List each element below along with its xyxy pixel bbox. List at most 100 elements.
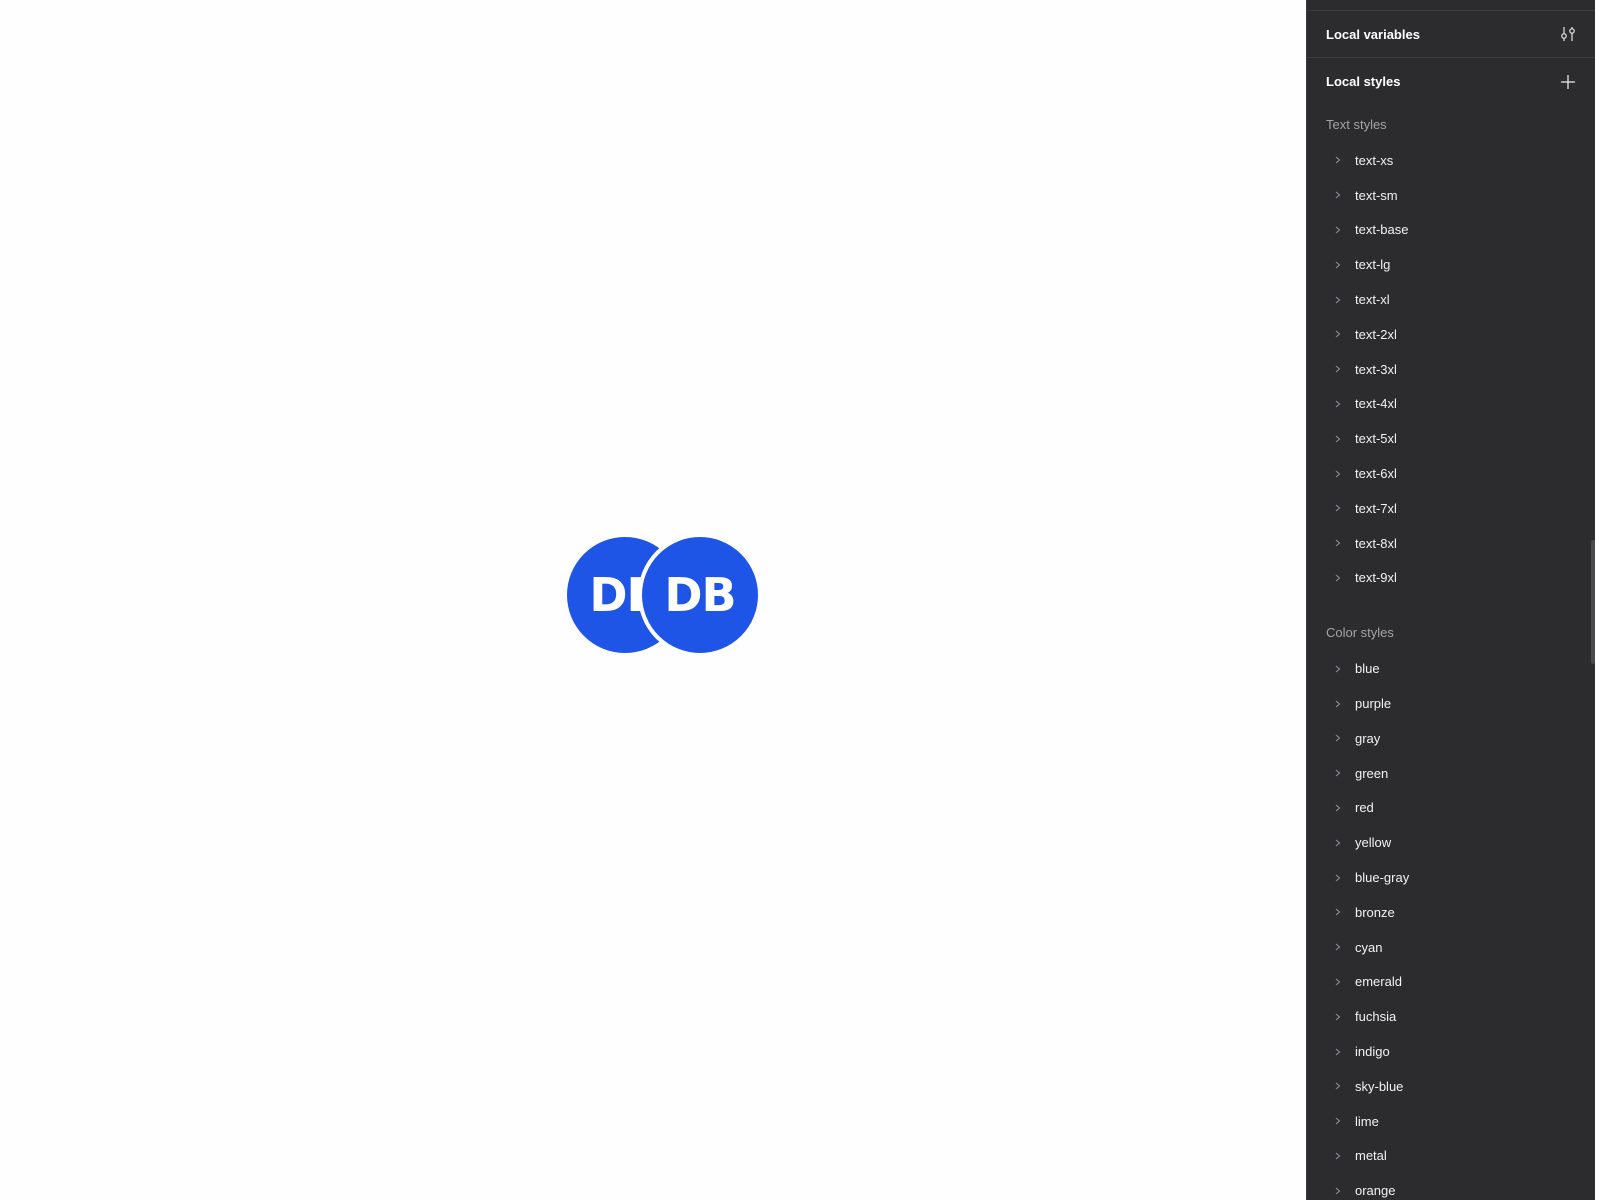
color-style-label: blue-gray: [1355, 870, 1410, 886]
chevron-right-icon[interactable]: [1333, 1047, 1343, 1057]
local-styles-header: Local styles: [1307, 58, 1595, 105]
local-variables-title: Local variables: [1326, 26, 1420, 42]
chevron-right-icon[interactable]: [1333, 225, 1343, 235]
text-style-label: text-2xl: [1355, 326, 1397, 342]
chevron-right-icon[interactable]: [1333, 1081, 1343, 1091]
chevron-right-icon[interactable]: [1333, 873, 1343, 883]
text-style-item[interactable]: text-sm: [1307, 178, 1595, 213]
color-style-item[interactable]: blue: [1307, 651, 1595, 686]
chevron-right-icon[interactable]: [1333, 733, 1343, 743]
text-style-label: text-8xl: [1355, 535, 1397, 551]
chevron-right-icon[interactable]: [1333, 190, 1343, 200]
chevron-right-icon[interactable]: [1333, 977, 1343, 987]
color-style-item[interactable]: purple: [1307, 686, 1595, 721]
avatar-group[interactable]: DB DB: [567, 533, 762, 657]
text-style-item[interactable]: text-xs: [1307, 143, 1595, 178]
text-style-item[interactable]: text-xl: [1307, 282, 1595, 317]
chevron-right-icon[interactable]: [1333, 1116, 1343, 1126]
panel-top-divider: [1307, 0, 1595, 11]
chevron-right-icon[interactable]: [1333, 434, 1343, 444]
text-style-item[interactable]: text-6xl: [1307, 456, 1595, 491]
color-style-label: lime: [1355, 1113, 1379, 1129]
avatar-front[interactable]: DB: [638, 533, 762, 657]
chevron-right-icon[interactable]: [1333, 329, 1343, 339]
color-style-label: yellow: [1355, 835, 1392, 851]
chevron-right-icon[interactable]: [1333, 364, 1343, 374]
text-style-label: text-3xl: [1355, 361, 1397, 377]
color-style-label: metal: [1355, 1148, 1387, 1164]
color-style-item[interactable]: sky-blue: [1307, 1069, 1595, 1104]
design-canvas[interactable]: DB DB: [0, 0, 1306, 1200]
color-style-label: emerald: [1355, 974, 1402, 990]
color-style-item[interactable]: metal: [1307, 1139, 1595, 1174]
color-style-label: indigo: [1355, 1044, 1390, 1060]
sliders-icon[interactable]: [1557, 23, 1579, 45]
color-style-item[interactable]: emerald: [1307, 965, 1595, 1000]
text-style-item[interactable]: text-2xl: [1307, 317, 1595, 352]
color-style-item[interactable]: orange: [1307, 1173, 1595, 1200]
chevron-right-icon[interactable]: [1333, 573, 1343, 583]
text-style-item[interactable]: text-3xl: [1307, 352, 1595, 387]
color-style-item[interactable]: gray: [1307, 721, 1595, 756]
color-style-item[interactable]: fuchsia: [1307, 999, 1595, 1034]
color-style-item[interactable]: blue-gray: [1307, 860, 1595, 895]
text-styles-list: text-xs text-sm text-base text-lg text-xl tex…: [1307, 143, 1595, 595]
chevron-right-icon[interactable]: [1333, 768, 1343, 778]
chevron-right-icon[interactable]: [1333, 155, 1343, 165]
chevron-right-icon[interactable]: [1333, 1012, 1343, 1022]
local-styles-title: Local styles: [1326, 74, 1401, 89]
text-style-label: text-base: [1355, 222, 1409, 238]
text-style-label: text-xl: [1355, 292, 1390, 308]
chevron-right-icon[interactable]: [1333, 803, 1343, 813]
chevron-right-icon[interactable]: [1333, 838, 1343, 848]
color-style-item[interactable]: cyan: [1307, 930, 1595, 965]
color-style-label: cyan: [1355, 939, 1383, 955]
color-styles-label: Color styles: [1326, 624, 1394, 640]
chevron-right-icon[interactable]: [1333, 699, 1343, 709]
chevron-right-icon[interactable]: [1333, 942, 1343, 952]
text-style-label: text-xs: [1355, 152, 1394, 168]
color-style-label: sky-blue: [1355, 1078, 1404, 1094]
color-style-item[interactable]: lime: [1307, 1104, 1595, 1139]
chevron-right-icon[interactable]: [1333, 538, 1343, 548]
text-style-label: text-sm: [1355, 187, 1398, 203]
color-style-item[interactable]: indigo: [1307, 1034, 1595, 1069]
chevron-right-icon[interactable]: [1333, 295, 1343, 305]
color-style-item[interactable]: green: [1307, 756, 1595, 791]
color-style-item[interactable]: yellow: [1307, 825, 1595, 860]
avatar-front-initials: DB: [664, 568, 736, 622]
text-style-label: text-6xl: [1355, 466, 1397, 482]
chevron-right-icon[interactable]: [1333, 260, 1343, 270]
text-style-label: text-5xl: [1355, 431, 1397, 447]
text-style-label: text-4xl: [1355, 396, 1397, 412]
chevron-right-icon[interactable]: [1333, 1186, 1343, 1196]
chevron-right-icon[interactable]: [1333, 503, 1343, 513]
text-style-item[interactable]: text-4xl: [1307, 387, 1595, 422]
local-styles-panel: Local variables Local styles Text styles…: [1306, 0, 1595, 1200]
color-style-label: purple: [1355, 696, 1392, 712]
color-style-label: fuchsia: [1355, 1009, 1397, 1025]
text-style-label: text-lg: [1355, 257, 1391, 273]
color-styles-list: blue purple gray green red yellow blue-gray bro…: [1307, 651, 1595, 1200]
text-style-item[interactable]: text-lg: [1307, 247, 1595, 282]
text-style-item[interactable]: text-9xl: [1307, 561, 1595, 596]
chevron-right-icon[interactable]: [1333, 1151, 1343, 1161]
color-style-label: bronze: [1355, 904, 1395, 920]
local-variables-header[interactable]: Local variables: [1307, 11, 1595, 58]
plus-icon[interactable]: [1557, 71, 1579, 93]
color-style-label: red: [1355, 800, 1374, 816]
chevron-right-icon[interactable]: [1333, 907, 1343, 917]
chevron-right-icon[interactable]: [1333, 664, 1343, 674]
text-style-item[interactable]: text-5xl: [1307, 421, 1595, 456]
text-style-item[interactable]: text-8xl: [1307, 526, 1595, 561]
text-style-item[interactable]: text-base: [1307, 213, 1595, 248]
text-style-label: text-9xl: [1355, 570, 1397, 586]
color-style-label: green: [1355, 765, 1389, 781]
text-style-item[interactable]: text-7xl: [1307, 491, 1595, 526]
chevron-right-icon[interactable]: [1333, 469, 1343, 479]
color-style-item[interactable]: red: [1307, 791, 1595, 826]
color-style-label: orange: [1355, 1183, 1396, 1199]
color-style-item[interactable]: bronze: [1307, 895, 1595, 930]
panel-scrollbar[interactable]: [1591, 540, 1595, 664]
chevron-right-icon[interactable]: [1333, 399, 1343, 409]
